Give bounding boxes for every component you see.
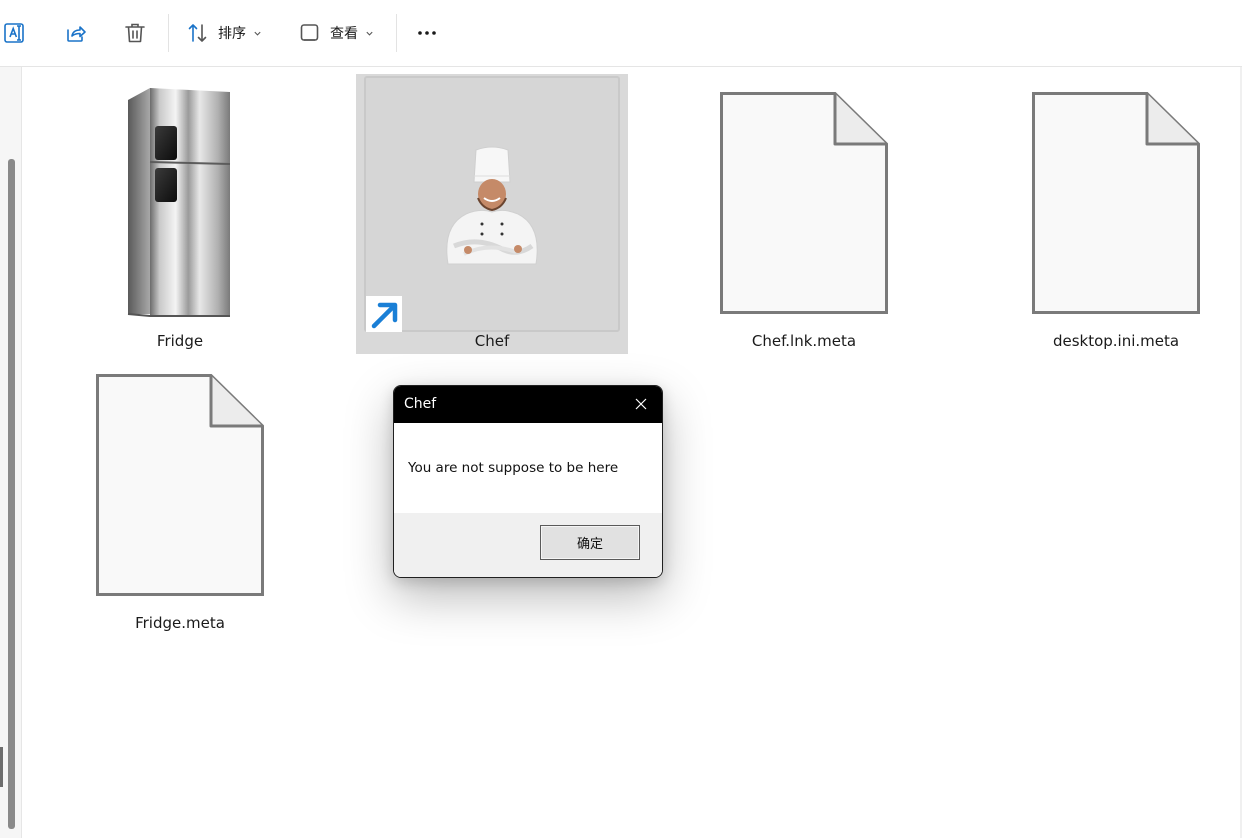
trash-icon bbox=[125, 23, 145, 43]
fridge-image-icon bbox=[127, 88, 231, 317]
sort-icon bbox=[188, 24, 207, 42]
file-name: Fridge bbox=[156, 332, 204, 350]
blank-file-icon bbox=[96, 374, 264, 596]
message-dialog: Chef You are not suppose to be here 确定 bbox=[393, 385, 663, 578]
chef-thumbnail bbox=[364, 76, 620, 332]
file-item-fridge[interactable]: Fridge bbox=[44, 74, 316, 354]
blank-file-icon bbox=[720, 92, 888, 314]
view-button[interactable]: 查看 bbox=[298, 14, 384, 52]
chevron-down-icon bbox=[366, 31, 373, 36]
more-icon bbox=[418, 31, 436, 35]
sort-label: 排序 bbox=[218, 26, 246, 42]
chef-image-icon bbox=[446, 146, 538, 265]
file-item-chef[interactable]: Chef bbox=[356, 74, 628, 354]
file-item-desktop-ini-meta[interactable]: desktop.ini.meta bbox=[980, 74, 1242, 354]
view-icon bbox=[300, 24, 319, 41]
pane-resize-handle[interactable] bbox=[0, 747, 3, 787]
file-name: Fridge.meta bbox=[135, 614, 225, 632]
file-name: Chef bbox=[474, 332, 510, 350]
blank-file-icon bbox=[1032, 92, 1200, 314]
file-name: desktop.ini.meta bbox=[1052, 332, 1180, 350]
more-options-button[interactable] bbox=[412, 14, 442, 52]
rename-icon bbox=[4, 23, 24, 43]
toolbar-divider bbox=[168, 14, 169, 52]
share-icon bbox=[67, 26, 86, 42]
dialog-titlebar[interactable]: Chef bbox=[394, 386, 662, 423]
command-bar: 排序 查看 bbox=[0, 0, 1242, 67]
file-item-chef-lnk-meta[interactable]: Chef.lnk.meta bbox=[668, 74, 940, 354]
shortcut-overlay bbox=[366, 296, 402, 332]
rename-button[interactable] bbox=[2, 14, 32, 52]
shortcut-arrow-icon bbox=[371, 302, 398, 329]
chevron-down-icon bbox=[254, 31, 261, 36]
toolbar-divider bbox=[396, 14, 397, 52]
sort-button[interactable]: 排序 bbox=[186, 14, 270, 52]
ok-button[interactable]: 确定 bbox=[540, 525, 640, 560]
dialog-message: You are not suppose to be here bbox=[408, 460, 619, 476]
dialog-footer: 确定 bbox=[394, 513, 662, 577]
dialog-close-button[interactable] bbox=[626, 390, 656, 418]
vertical-scrollbar-thumb[interactable] bbox=[8, 159, 15, 829]
close-icon bbox=[635, 398, 647, 410]
delete-button[interactable] bbox=[122, 14, 152, 52]
file-name: Chef.lnk.meta bbox=[751, 332, 857, 350]
file-item-fridge-meta[interactable]: Fridge.meta bbox=[44, 356, 316, 636]
navigation-pane-edge bbox=[0, 67, 22, 838]
dialog-body: You are not suppose to be here bbox=[394, 423, 662, 513]
view-label: 查看 bbox=[330, 26, 358, 42]
share-button[interactable] bbox=[62, 14, 92, 52]
dialog-title: Chef bbox=[404, 396, 437, 412]
